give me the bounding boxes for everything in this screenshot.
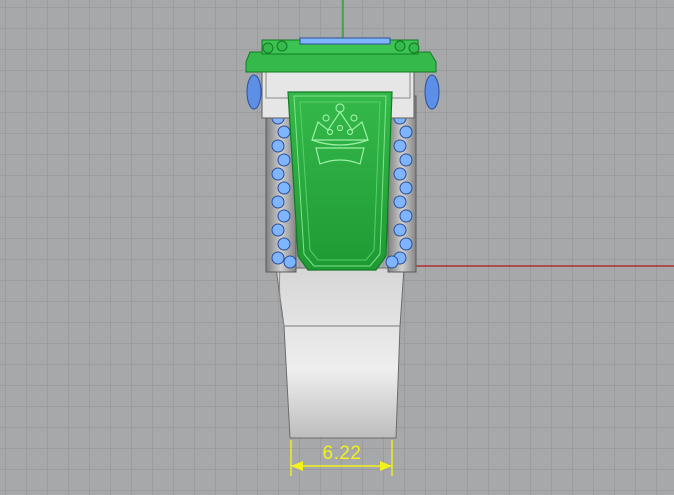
side-stone-right xyxy=(424,74,440,110)
front-viewport[interactable]: 6.22 xyxy=(0,0,674,495)
dimension-label: 6.22 xyxy=(322,443,362,464)
side-stone-left xyxy=(246,74,262,110)
shank-lower xyxy=(275,267,405,439)
top-plate xyxy=(245,51,437,73)
ring-model[interactable] xyxy=(0,0,674,495)
